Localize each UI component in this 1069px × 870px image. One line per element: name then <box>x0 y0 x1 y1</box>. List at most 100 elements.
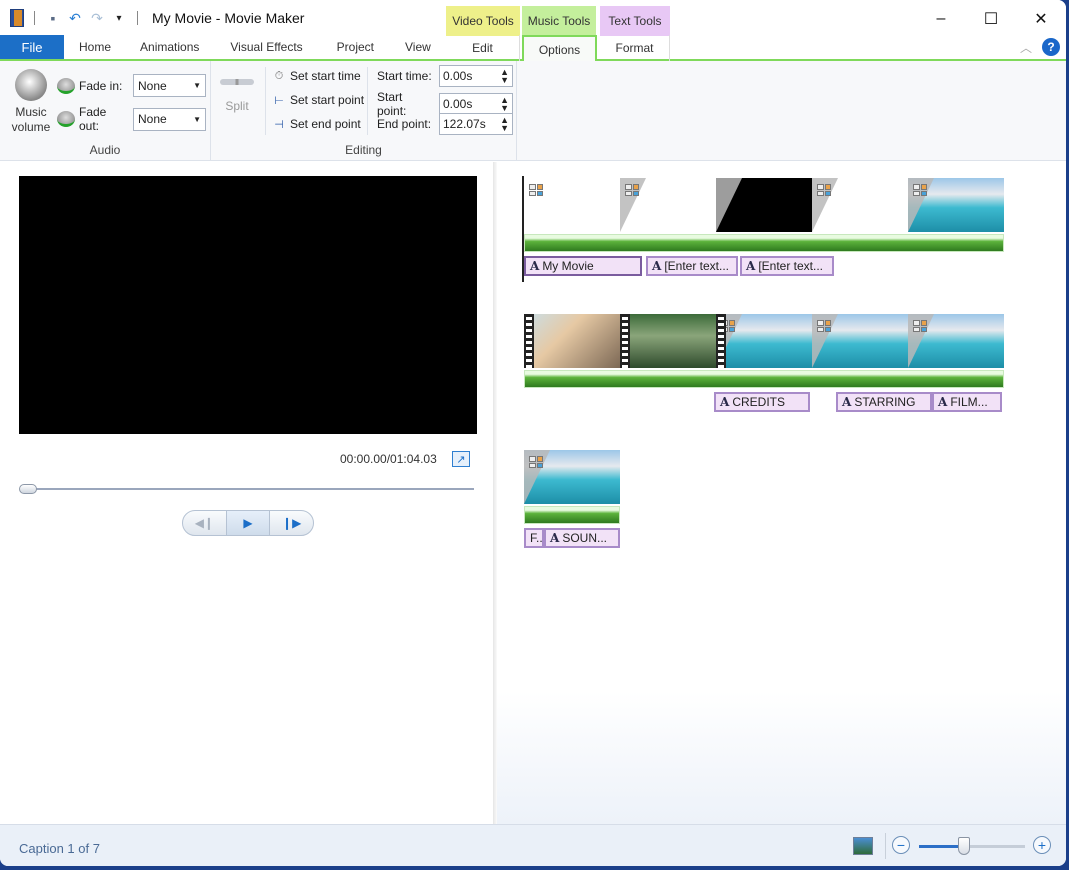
maximize-button[interactable]: ☐ <box>966 6 1016 32</box>
speaker-icon <box>15 69 47 101</box>
clip-row <box>524 314 1004 368</box>
caption-item[interactable]: A FILM... <box>932 392 1002 412</box>
fullscreen-icon[interactable]: ↗ <box>452 451 470 467</box>
ribbon: Music volume Fade in: None ▼ Fade out: N… <box>0 61 1066 161</box>
separator <box>34 11 35 25</box>
separator <box>367 67 368 135</box>
set-start-point-label: Set start point <box>290 93 365 107</box>
tab-home[interactable]: Home <box>64 35 126 59</box>
video-clip-lake[interactable] <box>908 314 1004 368</box>
music-waveform[interactable] <box>524 506 620 524</box>
fade-out-dropdown[interactable]: None ▼ <box>133 107 206 131</box>
start-point-icon: ⊢ <box>274 94 284 107</box>
end-point-input[interactable]: 122.07s ▲ ▼ <box>439 113 513 135</box>
effects-badge-icon <box>817 184 831 196</box>
caption-item[interactable]: A CREDITS <box>714 392 810 412</box>
set-end-point-button[interactable]: ⊣ Set end point <box>272 117 361 131</box>
play-button[interactable]: ▶ <box>225 511 271 535</box>
redo-icon[interactable]: ↷ <box>89 10 105 26</box>
music-waveform[interactable] <box>524 370 1004 388</box>
tab-format[interactable]: Format <box>600 35 670 61</box>
customize-dropdown-icon[interactable]: ▾ <box>111 10 127 26</box>
minimize-button[interactable]: – <box>916 6 966 32</box>
editing-group: Split ⏱ Set start time ⊢ Set start point… <box>211 61 517 161</box>
video-clip-people[interactable] <box>524 314 620 368</box>
video-clip-lake[interactable] <box>812 314 908 368</box>
fade-in-dropdown[interactable]: None ▼ <box>133 74 206 97</box>
app-icon[interactable] <box>10 9 24 27</box>
previous-frame-button[interactable]: ◀❙ <box>183 511 226 535</box>
video-clip-mountain[interactable] <box>524 178 620 232</box>
video-clip-lake[interactable] <box>716 314 812 368</box>
video-clip-forest[interactable] <box>620 314 716 368</box>
tab-edit[interactable]: Edit <box>446 35 520 61</box>
video-clip-lake[interactable] <box>524 450 620 504</box>
caption-item[interactable]: A SOUN... <box>544 528 620 548</box>
save-icon[interactable]: ▪ <box>45 10 61 26</box>
zoom-slider-fill <box>919 845 964 848</box>
zoom-in-button[interactable]: + <box>1033 836 1051 854</box>
start-point-input[interactable]: 0.00s ▲ ▼ <box>439 93 513 115</box>
caption-item[interactable]: F.. <box>524 528 544 548</box>
caption-item[interactable]: A STARRING <box>836 392 932 412</box>
set-start-point-button[interactable]: ⊢ Set start point <box>272 93 364 107</box>
preview-screen[interactable] <box>19 176 477 434</box>
fade-out-icon <box>57 111 75 127</box>
chevron-down-icon: ▼ <box>193 81 201 90</box>
zoom-out-button[interactable]: − <box>892 836 910 854</box>
stopwatch-icon: ⏱ <box>274 69 284 82</box>
zoom-slider[interactable] <box>919 837 1025 855</box>
storyboard: A My Movie A [Enter text... A [Enter text... … <box>497 162 1066 824</box>
music-volume-button[interactable]: Music volume <box>8 69 54 135</box>
context-label-video-tools: Video Tools <box>446 6 520 36</box>
video-clip-black[interactable] <box>716 178 812 232</box>
context-label-music-tools: Music Tools <box>522 6 596 36</box>
fade-out-value: None <box>138 112 167 126</box>
zoom-slider-thumb[interactable] <box>957 837 970 855</box>
caption-item[interactable]: A [Enter text... <box>646 256 738 276</box>
effects-badge-icon <box>817 320 831 332</box>
video-clip-lake[interactable] <box>908 178 1004 232</box>
caption-icon: A <box>652 259 662 273</box>
seek-bar[interactable] <box>20 488 474 490</box>
tab-visual-effects[interactable]: Visual Effects <box>213 35 319 59</box>
title-bar: ▪ ↶ ↷ ▾ My Movie - Movie Maker Video Too… <box>0 0 1066 36</box>
undo-icon[interactable]: ↶ <box>67 10 83 26</box>
close-button[interactable]: ✕ <box>1016 6 1066 32</box>
chevron-down-icon: ▼ <box>193 114 201 124</box>
tab-animations[interactable]: Animations <box>126 35 213 59</box>
playback-controls: ◀❙ ▶ ❙▶ <box>182 510 314 536</box>
fade-in-row: Fade in: None ▼ <box>57 74 206 97</box>
collapse-ribbon-icon[interactable]: ︿ <box>1020 39 1032 56</box>
start-time-input[interactable]: 0.00s ▲ ▼ <box>439 65 513 87</box>
caption-icon: A <box>550 531 560 545</box>
tab-project[interactable]: Project <box>320 35 391 59</box>
filmstrip-icon <box>716 314 726 368</box>
caption-icon: A <box>938 395 948 409</box>
caption-status: Caption 1 of 7 <box>19 841 100 856</box>
tab-view[interactable]: View <box>391 35 445 59</box>
help-icon[interactable]: ? <box>1042 38 1060 56</box>
caption-item[interactable]: A [Enter text... <box>740 256 834 276</box>
video-clip-mountain[interactable] <box>620 178 716 232</box>
end-point-label: End point: <box>377 117 432 131</box>
caption-item[interactable]: A My Movie <box>524 256 642 276</box>
set-start-time-button[interactable]: ⏱ Set start time <box>272 69 361 83</box>
video-clip-mountain[interactable] <box>812 178 908 232</box>
audio-group: Music volume Fade in: None ▼ Fade out: N… <box>0 61 211 161</box>
effects-badge-icon <box>913 184 927 196</box>
tab-options[interactable]: Options <box>522 35 597 63</box>
caption-icon: A <box>530 259 540 273</box>
spinner-arrows-icon[interactable]: ▲ ▼ <box>500 116 509 133</box>
next-frame-button[interactable]: ❙▶ <box>270 511 313 535</box>
end-point-value: 122.07s <box>443 117 486 131</box>
seek-thumb[interactable] <box>19 484 37 494</box>
thumbnail-size-icon[interactable] <box>853 837 873 855</box>
spinner-arrows-icon[interactable]: ▲ ▼ <box>500 68 509 85</box>
end-point-icon: ⊣ <box>274 118 284 131</box>
tab-file[interactable]: File <box>0 35 64 59</box>
split-button[interactable]: Split <box>219 79 255 114</box>
filmstrip-icon <box>524 314 534 368</box>
music-waveform[interactable] <box>524 234 1004 252</box>
spinner-arrows-icon[interactable]: ▲ ▼ <box>500 96 509 113</box>
